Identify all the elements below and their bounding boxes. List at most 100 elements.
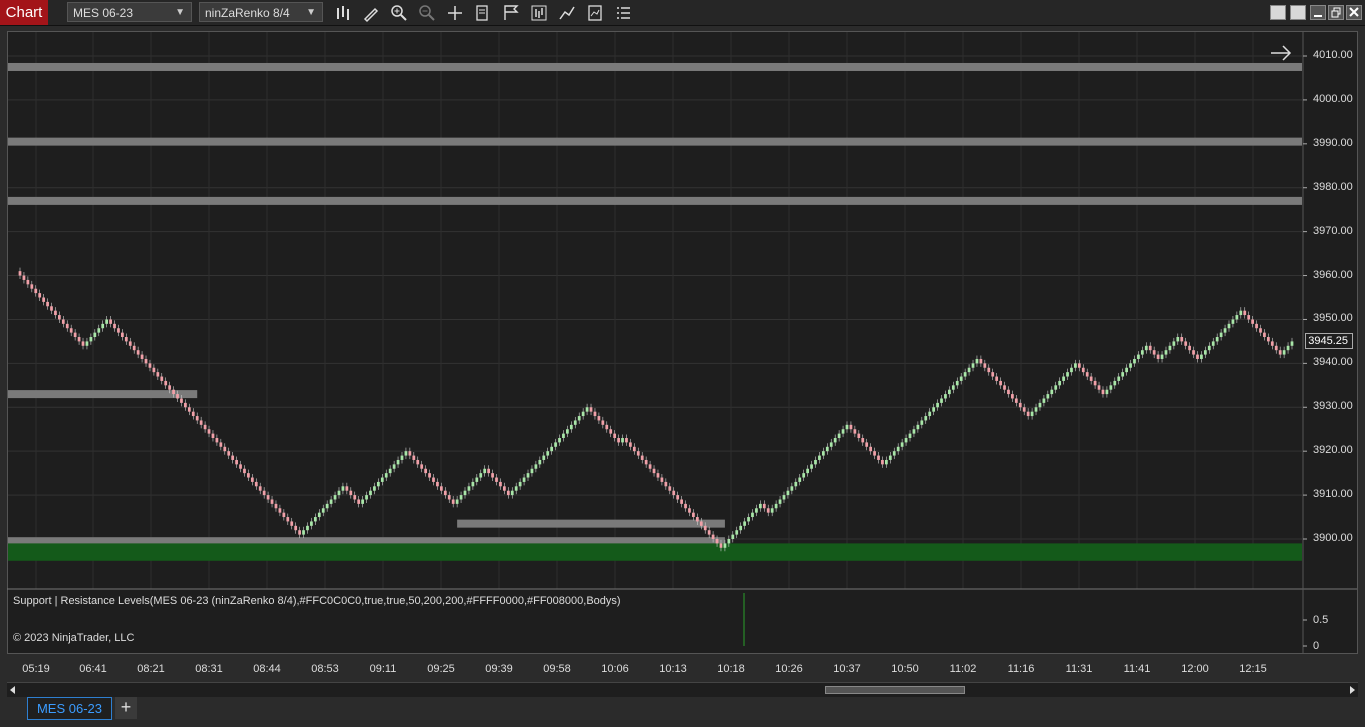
- candle-up: [1219, 332, 1223, 338]
- candle-up: [1239, 310, 1243, 316]
- candle-down: [1188, 345, 1191, 351]
- scroll-left-icon[interactable]: [9, 686, 17, 694]
- candle-down: [357, 499, 361, 504]
- candle-up: [936, 402, 939, 408]
- candle-up: [1113, 380, 1117, 386]
- add-tab-button[interactable]: +: [115, 697, 137, 719]
- candle-up: [1117, 376, 1121, 381]
- candle-down: [156, 372, 160, 377]
- chart-scrollbar[interactable]: [7, 682, 1358, 697]
- candle-down: [680, 499, 683, 504]
- price-axis-label: 3920.00: [1313, 444, 1353, 457]
- candle-up: [802, 473, 806, 478]
- candle-up: [1121, 372, 1125, 377]
- candle-down: [424, 468, 428, 474]
- candle-down: [278, 508, 282, 513]
- candle-down: [991, 372, 995, 377]
- current-price-flag: 3945.25: [1305, 333, 1353, 349]
- tab-mes-06-23[interactable]: MES 06-23: [27, 697, 112, 720]
- candle-up: [1227, 323, 1231, 329]
- candle-down: [695, 517, 699, 522]
- scroll-right-arrow-icon[interactable]: [1271, 45, 1292, 61]
- candle-down: [1014, 398, 1018, 403]
- candle-down: [254, 481, 258, 487]
- candle-down: [172, 389, 175, 395]
- candle-down: [121, 332, 124, 338]
- candle-up: [1034, 407, 1038, 412]
- candle-down: [656, 473, 660, 478]
- candle-up: [884, 459, 888, 465]
- candle-up: [1030, 411, 1034, 417]
- candle-down: [81, 341, 85, 346]
- candle-up: [392, 464, 396, 469]
- candle-down: [1101, 389, 1105, 395]
- candle-down: [262, 490, 266, 496]
- candle-down: [353, 495, 357, 500]
- candle-up: [743, 521, 746, 526]
- candle-down: [408, 451, 412, 456]
- candle-up: [727, 539, 731, 544]
- candle-down: [861, 438, 865, 443]
- candle-up: [467, 486, 471, 491]
- price-axis-label: 3950.00: [1313, 312, 1353, 325]
- time-axis-label: 10:50: [891, 663, 919, 675]
- candle-up: [731, 534, 735, 539]
- price-chart[interactable]: [0, 0, 1365, 727]
- resistance-level: [8, 390, 198, 399]
- candle-down: [298, 530, 301, 535]
- candle-down: [266, 495, 270, 500]
- resistance-level: [8, 137, 1302, 146]
- candle-down: [640, 455, 644, 460]
- candle-down: [428, 473, 431, 478]
- candle-up: [471, 481, 475, 487]
- candle-up: [1074, 363, 1077, 368]
- scroll-right-icon[interactable]: [1348, 686, 1356, 694]
- candle-down: [1093, 380, 1097, 386]
- candle-down: [644, 459, 648, 465]
- candle-up: [1235, 315, 1239, 320]
- candle-down: [140, 354, 144, 359]
- candle-down: [609, 429, 613, 434]
- price-axis-label: 4000.00: [1313, 92, 1353, 105]
- candle-down: [412, 455, 416, 460]
- candle-up: [1058, 380, 1062, 386]
- candle-down: [46, 301, 49, 307]
- candle-down: [636, 451, 640, 456]
- candle-up: [514, 486, 518, 491]
- candle-up: [325, 503, 329, 509]
- candle-down: [877, 455, 880, 460]
- indicator-axis-ticks: [1303, 619, 1307, 647]
- candle-up: [329, 499, 333, 504]
- candle-up: [455, 499, 459, 504]
- candle-up: [971, 363, 975, 368]
- candle-up: [963, 372, 967, 377]
- candle-down: [176, 394, 179, 399]
- candle-down: [219, 442, 223, 447]
- scrollbar-thumb[interactable]: [825, 686, 965, 694]
- candle-down: [30, 284, 34, 289]
- candle-up: [1125, 367, 1128, 373]
- candle-up: [928, 411, 932, 417]
- candle-down: [1180, 337, 1184, 342]
- price-axis-label: 3990.00: [1313, 136, 1353, 149]
- candle-up: [388, 468, 392, 474]
- candle-down: [349, 490, 353, 496]
- candle-down: [999, 380, 1002, 386]
- candles: [18, 267, 1294, 552]
- time-axis-label: 11:16: [1007, 663, 1035, 675]
- candle-down: [195, 416, 199, 421]
- candle-up: [900, 442, 904, 447]
- candle-up: [534, 464, 538, 469]
- candle-down: [274, 503, 278, 509]
- candle-down: [857, 433, 861, 439]
- time-axis-label: 09:58: [543, 663, 571, 675]
- candle-down: [451, 499, 455, 504]
- candle-down: [124, 337, 128, 342]
- time-axis-label: 08:44: [253, 663, 281, 675]
- candle-down: [231, 455, 235, 460]
- candle-down: [58, 315, 61, 320]
- candle-up: [896, 446, 900, 452]
- candle-up: [1164, 350, 1168, 355]
- candle-up: [908, 433, 912, 439]
- candle-down: [491, 473, 494, 478]
